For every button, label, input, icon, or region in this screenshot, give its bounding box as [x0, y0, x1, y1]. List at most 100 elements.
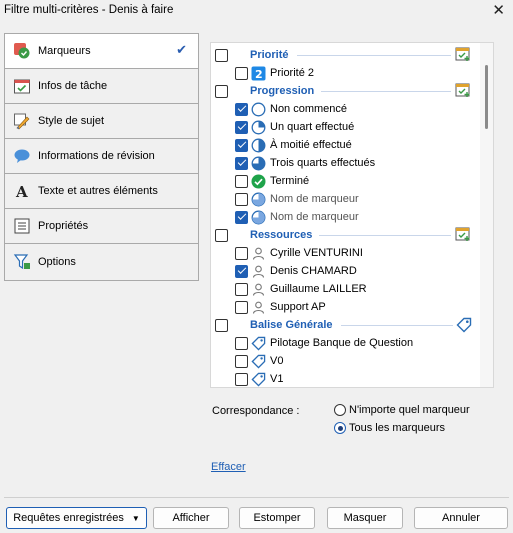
markers-list[interactable]: Priorité 2 Priorité 2 Progression Non co… — [210, 42, 494, 388]
list-item[interactable]: Terminé — [235, 172, 309, 190]
list-item[interactable]: V0 — [235, 352, 283, 370]
category-nav: Marqueurs ✔ Infos de tâche Style de suje… — [4, 33, 199, 281]
tag-icon — [251, 372, 266, 387]
group-label: Progression — [250, 85, 315, 97]
item-checkbox[interactable] — [235, 300, 248, 314]
item-label: Trois quarts effectués — [270, 157, 376, 169]
item-checkbox[interactable] — [235, 192, 248, 206]
show-button[interactable]: Afficher — [153, 507, 229, 529]
item-checkbox[interactable] — [235, 138, 248, 152]
group-row-priorite[interactable]: Priorité — [215, 46, 289, 64]
group-row-progression[interactable]: Progression — [215, 82, 314, 100]
list-item[interactable]: Support AP — [235, 298, 326, 316]
nav-label: Texte et autres éléments — [38, 185, 158, 197]
person-icon — [251, 264, 266, 279]
list-item[interactable]: Pilotage Banque de Question — [235, 334, 413, 352]
item-label: V1 — [270, 373, 284, 385]
item-checkbox[interactable] — [235, 336, 248, 350]
group-row-balise-generale[interactable]: Balise Générale — [215, 316, 333, 334]
done-check-icon — [251, 174, 266, 189]
group-checkbox[interactable] — [215, 228, 228, 242]
scrollbar-thumb[interactable] — [485, 65, 488, 129]
task-info-icon — [13, 77, 31, 95]
list-item[interactable]: Guillaume LAILLER — [235, 280, 367, 298]
nav-item-marqueurs[interactable]: Marqueurs ✔ — [5, 34, 198, 69]
list-item[interactable]: Cyrille VENTURINI — [235, 244, 363, 262]
item-checkbox[interactable] — [235, 66, 248, 80]
item-label: Terminé — [270, 175, 310, 187]
hide-button[interactable]: Masquer — [327, 507, 403, 529]
list-item[interactable]: Denis CHAMARD — [235, 262, 357, 280]
checkmark-icon: ✔ — [176, 42, 187, 57]
item-checkbox[interactable] — [235, 210, 248, 224]
nav-item-proprietes[interactable]: Propriétés — [5, 209, 198, 244]
effacer-link[interactable]: Effacer — [211, 461, 246, 473]
item-checkbox[interactable] — [235, 174, 248, 188]
nav-label: Marqueurs — [38, 45, 91, 57]
nav-label: Infos de tâche — [38, 80, 108, 92]
properties-list-icon — [13, 217, 31, 235]
item-label: Denis CHAMARD — [270, 265, 357, 277]
custom-marker-icon — [251, 192, 266, 207]
calendar-add-icon[interactable] — [455, 46, 471, 62]
tag-icon — [251, 354, 266, 369]
radio-any-marker[interactable]: N'importe quel marqueur — [334, 404, 470, 416]
item-checkbox[interactable] — [235, 246, 248, 260]
nav-label: Informations de révision — [38, 150, 155, 162]
radio-button[interactable] — [334, 404, 346, 416]
item-checkbox[interactable] — [235, 372, 248, 386]
radio-all-markers[interactable]: Tous les marqueurs — [334, 422, 445, 434]
list-item[interactable]: Nom de marqueur — [235, 208, 359, 226]
item-checkbox[interactable] — [235, 102, 248, 116]
list-item[interactable]: Trois quarts effectués — [235, 154, 375, 172]
item-checkbox[interactable] — [235, 282, 248, 296]
list-item[interactable]: 2 Priorité 2 — [235, 64, 314, 82]
nav-item-style-sujet[interactable]: Style de sujet — [5, 104, 198, 139]
blur-button[interactable]: Estomper — [239, 507, 315, 529]
item-checkbox[interactable] — [235, 156, 248, 170]
nav-item-informations-revision[interactable]: Informations de révision — [5, 139, 198, 174]
calendar-add-icon[interactable] — [455, 82, 471, 98]
list-item[interactable]: Nom de marqueur — [235, 190, 359, 208]
svg-text:A: A — [15, 183, 28, 200]
item-checkbox[interactable] — [235, 120, 248, 134]
list-scrollbar[interactable] — [480, 43, 493, 387]
group-separator — [341, 325, 453, 326]
progress-75-icon — [251, 156, 266, 171]
progress-25-icon — [251, 120, 266, 135]
item-checkbox[interactable] — [235, 264, 248, 278]
markers-icon — [13, 42, 31, 60]
nav-item-options[interactable]: Options — [5, 244, 198, 279]
list-item[interactable]: V1 — [235, 370, 283, 387]
topic-style-icon — [13, 112, 31, 130]
item-label: Guillaume LAILLER — [270, 283, 367, 295]
group-checkbox[interactable] — [215, 318, 228, 332]
list-item[interactable]: Non commencé — [235, 100, 347, 118]
saved-queries-button[interactable]: Requêtes enregistrées ▼ — [6, 507, 147, 529]
list-item[interactable]: Un quart effectué — [235, 118, 354, 136]
chevron-down-icon: ▼ — [131, 513, 140, 523]
item-checkbox[interactable] — [235, 354, 248, 368]
group-row-ressources[interactable]: Ressources — [215, 226, 312, 244]
radio-button[interactable] — [334, 422, 346, 434]
item-label: Nom de marqueur — [270, 193, 359, 205]
group-checkbox[interactable] — [215, 48, 228, 62]
tag-icon[interactable] — [456, 317, 472, 333]
list-item[interactable]: À moitié effectué — [235, 136, 352, 154]
item-label: Nom de marqueur — [270, 211, 359, 223]
nav-label: Style de sujet — [38, 115, 105, 127]
progress-50-icon — [251, 138, 266, 153]
nav-label: Propriétés — [38, 220, 89, 232]
progress-0-icon — [251, 102, 266, 117]
item-label: Non commencé — [270, 103, 348, 115]
calendar-add-icon[interactable] — [455, 226, 471, 242]
nav-item-texte-elements[interactable]: A Texte et autres éléments — [5, 174, 198, 209]
cancel-button[interactable]: Annuler — [414, 507, 508, 529]
group-checkbox[interactable] — [215, 84, 228, 98]
title-bar: Filtre multi-critères - Denis à faire ✕ — [0, 0, 513, 22]
group-label: Priorité — [250, 49, 289, 61]
close-icon[interactable]: ✕ — [492, 1, 505, 19]
nav-item-infos-tache[interactable]: Infos de tâche — [5, 69, 198, 104]
person-icon — [251, 246, 266, 261]
window-title: Filtre multi-critères - Denis à faire — [4, 4, 174, 16]
